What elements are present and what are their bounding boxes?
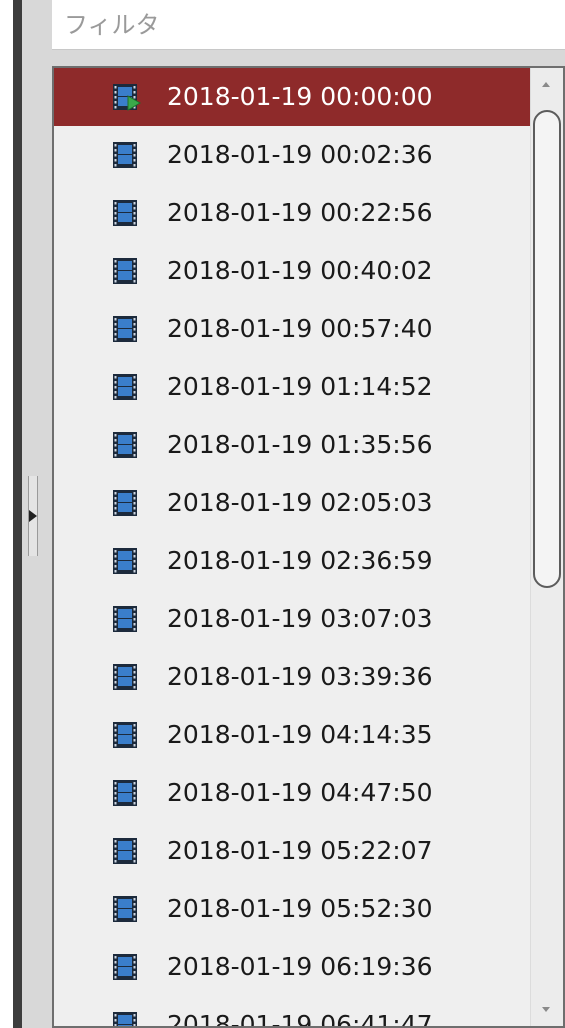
list-item[interactable]: 2018-01-19 06:19:36 [54, 938, 533, 996]
list-item-label: 2018-01-19 06:19:36 [167, 952, 433, 981]
film-icon [111, 256, 141, 286]
film-icon [111, 662, 141, 692]
list-item-label: 2018-01-19 02:36:59 [167, 546, 433, 575]
scroll-up-arrow-icon[interactable] [542, 82, 550, 87]
list-item[interactable]: 2018-01-19 04:47:50 [54, 764, 533, 822]
film-icon [111, 720, 141, 750]
list-item[interactable]: 2018-01-19 01:35:56 [54, 416, 533, 474]
list-item-label: 2018-01-19 00:40:02 [167, 256, 433, 285]
recording-list-box[interactable]: 2018-01-19 00:00:00 2018-01-19 00:02:36 20… [52, 66, 565, 1028]
film-icon [111, 894, 141, 924]
list-item[interactable]: 2018-01-19 03:07:03 [54, 590, 533, 648]
list-item-label: 2018-01-19 03:39:36 [167, 662, 433, 691]
list-item[interactable]: 2018-01-19 03:39:36 [54, 648, 533, 706]
list-item[interactable]: 2018-01-19 00:57:40 [54, 300, 533, 358]
film-icon [111, 198, 141, 228]
film-icon [111, 952, 141, 982]
list-item-selected[interactable]: 2018-01-19 00:00:00 [54, 68, 533, 126]
list-item[interactable]: 2018-01-19 05:52:30 [54, 880, 533, 938]
list-item-label: 2018-01-19 05:52:30 [167, 894, 433, 923]
film-icon [111, 314, 141, 344]
film-icon [111, 836, 141, 866]
film-icon [111, 140, 141, 170]
list-item[interactable]: 2018-01-19 06:41:47 [54, 996, 533, 1028]
film-icon [111, 1010, 141, 1026]
recording-list: 2018-01-19 00:00:00 2018-01-19 00:02:36 20… [54, 68, 533, 1028]
list-item[interactable]: 2018-01-19 04:14:35 [54, 706, 533, 764]
list-item[interactable]: 2018-01-19 00:22:56 [54, 184, 533, 242]
list-item-label: 2018-01-19 01:14:52 [167, 372, 433, 401]
list-item-label: 2018-01-19 00:02:36 [167, 140, 433, 169]
filter-bar [52, 0, 565, 50]
list-item-label: 2018-01-19 03:07:03 [167, 604, 433, 633]
film-icon [111, 488, 141, 518]
list-item-label: 2018-01-19 06:41:47 [167, 1010, 433, 1028]
panel-divider [13, 0, 22, 1028]
list-item-label: 2018-01-19 00:57:40 [167, 314, 433, 343]
list-item-label: 2018-01-19 04:47:50 [167, 778, 433, 807]
film-icon [111, 82, 141, 112]
panel-left-border [0, 0, 22, 1028]
scrollbar-thumb[interactable] [533, 110, 561, 588]
filter-input[interactable] [52, 0, 565, 50]
film-icon [111, 372, 141, 402]
scroll-down-arrow-icon[interactable] [542, 1007, 550, 1012]
list-item-label: 2018-01-19 01:35:56 [167, 430, 433, 459]
panel-collapse-toggle[interactable] [28, 476, 38, 556]
list-item[interactable]: 2018-01-19 01:14:52 [54, 358, 533, 416]
film-icon [111, 604, 141, 634]
list-item-label: 2018-01-19 02:05:03 [167, 488, 433, 517]
film-icon [111, 430, 141, 460]
list-item[interactable]: 2018-01-19 00:02:36 [54, 126, 533, 184]
list-item[interactable]: 2018-01-19 02:36:59 [54, 532, 533, 590]
list-item[interactable]: 2018-01-19 00:40:02 [54, 242, 533, 300]
play-icon [127, 95, 141, 111]
filter-list-spacer [52, 50, 565, 66]
vertical-scrollbar[interactable] [530, 68, 563, 1026]
chevron-right-icon [29, 510, 37, 522]
list-item-label: 2018-01-19 00:22:56 [167, 198, 433, 227]
list-item-label: 2018-01-19 00:00:00 [167, 82, 433, 111]
list-item[interactable]: 2018-01-19 05:22:07 [54, 822, 533, 880]
film-icon [111, 546, 141, 576]
list-item[interactable]: 2018-01-19 02:05:03 [54, 474, 533, 532]
film-icon [111, 778, 141, 808]
list-item-label: 2018-01-19 05:22:07 [167, 836, 433, 865]
playlist-panel: 2018-01-19 00:00:00 2018-01-19 00:02:36 20… [0, 0, 565, 1028]
list-item-label: 2018-01-19 04:14:35 [167, 720, 433, 749]
